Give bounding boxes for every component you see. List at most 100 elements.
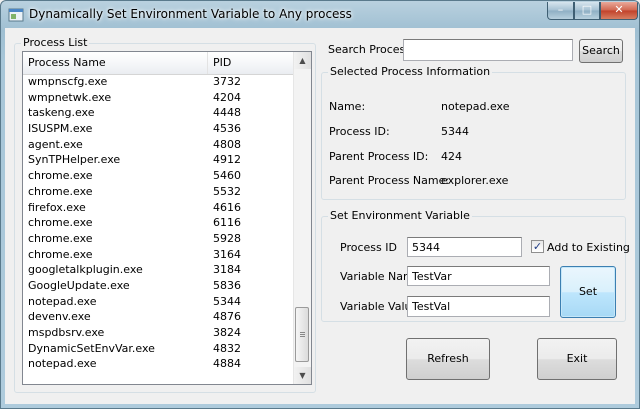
pid-cell: 6116 [213,216,241,230]
table-row[interactable]: devenv.exe 4876 [23,309,295,325]
pid-cell: 4448 [213,106,241,120]
list-header: Process Name PID [23,52,295,75]
process-listview[interactable]: Process Name PID wmpnscfg.exe 3732 wmpnetw… [22,51,312,385]
process-name-cell: notepad.exe [28,294,97,308]
pid-cell: 4884 [213,357,241,371]
table-row[interactable]: agent.exe 4808 [23,137,295,153]
process-id-value: 5344 [441,125,469,138]
table-row[interactable]: mspdbsrv.exe 3824 [23,325,295,341]
refresh-button[interactable]: Refresh [406,338,490,380]
table-row[interactable]: chrome.exe 5460 [23,168,295,184]
pid-cell: 4808 [213,137,241,151]
scroll-thumb[interactable] [295,307,309,362]
client-area: Process List Process Name PID wmpnscfg.e… [5,28,635,404]
process-name-cell: googletalkplugin.exe [28,263,143,277]
set-env-label: Set Environment Variable [328,209,472,222]
parent-process-id-label: Parent Process ID: [329,150,429,163]
process-name-cell: mspdbsrv.exe [28,326,105,339]
table-row[interactable]: chrome.exe 5532 [23,184,295,200]
process-name-cell: wmpnetwk.exe [28,90,112,104]
parent-process-name-label: Parent Process Name: [329,174,450,187]
table-row[interactable]: ISUSPM.exe 4536 [23,121,295,137]
add-to-existing-label[interactable]: Add to Existing [547,241,630,254]
parent-process-id-value: 424 [441,150,462,163]
process-name-cell: taskeng.exe [28,106,95,120]
env-process-id-input[interactable] [407,237,522,257]
env-process-id-label: Process ID [340,241,397,254]
process-name-cell: notepad.exe [28,357,97,371]
exit-button-label: Exit [566,352,588,365]
process-name-cell: DynamicSetEnvVar.exe [28,341,155,355]
pid-cell: 3164 [213,247,241,261]
add-to-existing-checkbox[interactable]: ✓ [531,240,544,253]
table-row[interactable]: taskeng.exe 4448 [23,105,295,121]
app-icon [8,8,24,22]
variable-value-input[interactable] [407,296,550,317]
search-process-label: Search Process [328,43,412,56]
close-button[interactable]: ✕ [600,2,638,20]
title-bar[interactable]: Dynamically Set Environment Variable to … [1,1,639,29]
scroll-down-button[interactable]: ▼ [294,367,311,384]
process-name-cell: wmpnscfg.exe [28,75,108,88]
set-button[interactable]: Set [560,266,616,318]
table-row[interactable]: chrome.exe 6116 [23,215,295,231]
table-row[interactable]: wmpnscfg.exe 3732 [23,74,295,90]
table-row[interactable]: googletalkplugin.exe 3184 [23,262,295,278]
search-input[interactable] [403,39,573,61]
column-header-pid[interactable]: PID [208,52,295,74]
pid-cell: 3184 [213,263,241,277]
process-name-cell: ISUSPM.exe [28,122,93,136]
pid-cell: 5532 [213,184,241,198]
process-name-cell: chrome.exe [28,216,93,230]
chevron-up-icon: ▲ [299,56,306,65]
table-row[interactable]: GoogleUpdate.exe 5836 [23,278,295,294]
process-id-label: Process ID: [329,125,390,138]
pid-cell: 5344 [213,294,241,308]
table-row[interactable]: wmpnetwk.exe 4204 [23,90,295,106]
parent-process-name-value: explorer.exe [441,174,509,187]
pid-cell: 3732 [213,75,241,88]
pid-cell: 4616 [213,200,241,214]
pid-cell: 5460 [213,169,241,183]
grip-line [300,336,305,337]
table-row[interactable]: chrome.exe 3164 [23,247,295,263]
process-name-cell: SynTPHelper.exe [28,153,121,167]
minimize-button[interactable]: – [547,2,574,20]
table-row[interactable]: SynTPHelper.exe 4912 [23,152,295,168]
process-list-label: Process List [21,36,90,49]
process-name-cell: GoogleUpdate.exe [28,278,130,292]
pid-cell: 5836 [213,278,241,292]
table-row[interactable]: chrome.exe 5928 [23,231,295,247]
pid-cell: 4832 [213,341,241,355]
process-name-cell: chrome.exe [28,169,93,183]
pid-cell: 4912 [213,153,241,167]
pid-cell: 4204 [213,90,241,104]
process-name-cell: chrome.exe [28,247,93,261]
process-name-cell: agent.exe [28,137,83,151]
process-name-cell: devenv.exe [28,310,91,324]
maximize-button[interactable]: □ [574,2,600,20]
variable-name-input[interactable] [407,266,550,286]
grip-line [300,332,305,333]
process-name-cell: chrome.exe [28,184,93,198]
search-button-label: Search [582,44,620,57]
pid-cell: 4536 [213,122,241,136]
vertical-scrollbar[interactable]: ▲ ▼ [293,52,311,384]
pid-cell: 5928 [213,231,241,245]
process-name-cell: chrome.exe [28,231,93,245]
process-name-cell: firefox.exe [28,200,86,214]
table-row[interactable]: firefox.exe 4616 [23,200,295,216]
scroll-up-button[interactable]: ▲ [294,52,311,69]
name-value: notepad.exe [441,100,510,113]
pid-cell: 4876 [213,310,241,324]
table-row[interactable]: notepad.exe 5344 [23,294,295,310]
table-row[interactable]: DynamicSetEnvVar.exe 4832 [23,341,295,357]
table-row[interactable]: notepad.exe 4884 [23,356,295,372]
pid-cell: 3824 [213,326,241,339]
column-header-process-name[interactable]: Process Name [23,52,208,74]
name-label: Name: [329,100,366,113]
exit-button[interactable]: Exit [537,338,617,380]
window-title: Dynamically Set Environment Variable to … [29,7,352,21]
search-button[interactable]: Search [579,39,623,63]
process-rows: wmpnscfg.exe 3732 wmpnetwk.exe 4204 taskeng.… [23,74,295,372]
